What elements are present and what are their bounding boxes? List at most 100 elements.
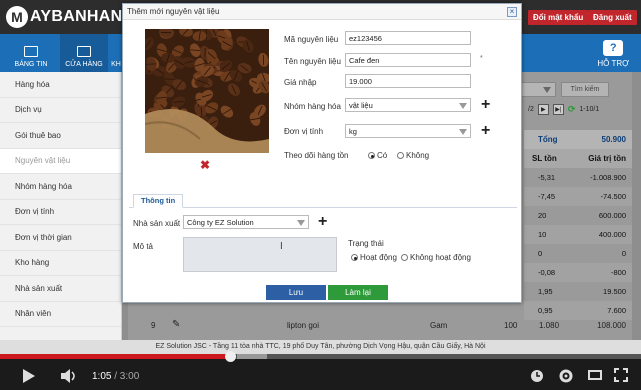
clock-icon[interactable] xyxy=(530,369,544,383)
track-stock-yes[interactable]: Có xyxy=(368,151,387,160)
add-manufacturer-plus-icon[interactable]: + xyxy=(318,214,327,230)
unit-select[interactable]: kg xyxy=(345,124,471,138)
nav-item-label: BÁNG TIN xyxy=(14,61,48,68)
radio-selected-icon xyxy=(351,254,358,261)
add-material-dialog: Thêm mới nguyên vật liệu × ✖ Mã nguyên l… xyxy=(122,3,522,303)
track-yes-label: Có xyxy=(377,151,388,160)
table-row[interactable]: 20 600.000 xyxy=(524,206,632,225)
table-row[interactable]: 00 xyxy=(524,244,632,263)
nav-item-label: KH xyxy=(111,61,121,68)
logout-button[interactable]: Đăng xuất xyxy=(588,10,637,25)
sidebar-item-subscriptions[interactable]: Gói thuê bao xyxy=(0,123,121,149)
summary-value: 50.900 xyxy=(601,135,626,144)
row-stock-value: 19.500 xyxy=(603,287,626,296)
sidebar-item-units[interactable]: Đơn vị tính xyxy=(0,200,121,225)
change-password-button[interactable]: Đổi mật khẩu xyxy=(528,10,589,25)
help-icon: ? xyxy=(603,40,624,56)
volume-icon[interactable] xyxy=(60,369,78,383)
unit-label: Đơn vị tính xyxy=(284,127,324,136)
news-icon xyxy=(24,46,38,57)
settings-icon[interactable] xyxy=(558,368,574,384)
close-icon[interactable]: × xyxy=(507,7,517,17)
nav-item-news[interactable]: BÁNG TIN xyxy=(6,34,56,72)
status-active-option[interactable]: Hoạt động xyxy=(351,253,397,262)
pager-pages: /2 xyxy=(528,106,534,113)
row-stock-value: 0 xyxy=(621,249,626,258)
video-progress-played xyxy=(0,354,232,359)
sidebar-item-product-groups[interactable]: Nhóm hàng hóa xyxy=(0,174,121,200)
search-button[interactable]: Tìm kiếm xyxy=(561,82,609,97)
track-stock-label: Theo dõi hàng tồn xyxy=(284,151,349,160)
reset-button[interactable]: Làm lại xyxy=(328,285,388,300)
play-icon[interactable] xyxy=(22,368,36,384)
nav-item-label: CỬA HÀNG xyxy=(65,61,103,68)
group-select[interactable]: vật liệu xyxy=(345,98,471,112)
sidebar-item-products[interactable]: Hàng hóa xyxy=(0,72,121,98)
sidebar-item-materials[interactable]: Nguyên vật liệu xyxy=(0,148,121,174)
sidebar-item-time-units[interactable]: Đơn vị thời gian xyxy=(0,225,121,251)
sidebar-item-services[interactable]: Dịch vụ xyxy=(0,98,121,123)
sidebar-item-manufacturers[interactable]: Nhà sản xuất xyxy=(0,276,121,302)
video-current-time: 1:05 xyxy=(92,371,112,382)
video-progress-buffered xyxy=(237,354,267,359)
row-unit: Gam xyxy=(430,321,448,330)
code-input[interactable]: ez123456 xyxy=(345,31,471,45)
edit-pencil-icon[interactable]: ✎ xyxy=(172,319,180,330)
pager: /2 ▶ ▶| ⟳ 1-10/1 xyxy=(528,104,599,115)
refresh-icon[interactable]: ⟳ xyxy=(568,104,576,115)
summary-label: Tổng xyxy=(538,135,558,144)
video-progress-track[interactable] xyxy=(0,351,641,362)
price-input[interactable]: 19.000 xyxy=(345,74,471,88)
name-input[interactable]: Cafe đen xyxy=(345,53,471,67)
row-stock-value: 7.600 xyxy=(607,306,626,315)
table-row[interactable]: 1,95 19.500 xyxy=(524,282,632,301)
row-stock: -7,45 xyxy=(538,192,556,201)
chevron-down-icon xyxy=(543,87,551,93)
unit-select-value: kg xyxy=(349,126,357,136)
track-stock-no[interactable]: Không xyxy=(397,151,429,160)
fullscreen-icon[interactable] xyxy=(614,368,628,382)
manufacturer-select[interactable]: Công ty EZ Solution xyxy=(183,215,309,229)
sidebar-item-warehouses[interactable]: Kho hàng xyxy=(0,251,121,276)
table-header: SL tồn Giá trị tồn xyxy=(524,149,632,168)
save-button[interactable]: Lưu xyxy=(266,285,326,300)
summary-row: Tổng 50.900 xyxy=(524,130,632,149)
nav-item-store[interactable]: CỬA HÀNG xyxy=(60,34,108,72)
delete-x-icon[interactable]: ✖ xyxy=(200,158,210,172)
row-stock: 0 xyxy=(538,249,543,258)
table-row[interactable]: 10 400.000 xyxy=(524,225,632,244)
row-stock: 1,95 xyxy=(538,287,553,296)
description-textarea[interactable]: I xyxy=(183,237,337,272)
status-inactive-option[interactable]: Không hoạt động xyxy=(401,253,471,262)
help-menu[interactable]: ? HỖ TRỢ xyxy=(597,40,629,68)
sidebar-item-employees[interactable]: Nhân viên xyxy=(0,302,121,327)
table-row[interactable]: 9 ✎ lipton goi Gam 100 1.080 108.000 xyxy=(128,316,632,335)
next-page-icon[interactable]: ▶ xyxy=(537,104,549,115)
material-photo xyxy=(145,29,269,153)
last-page-icon[interactable]: ▶| xyxy=(552,104,564,115)
group-label: Nhóm hàng hóa xyxy=(284,102,341,111)
video-total-time: / 3:00 xyxy=(114,371,140,382)
tab-info[interactable]: Thông tin xyxy=(133,194,184,208)
app-logo[interactable]: M AYBANHANG xyxy=(6,5,135,29)
row-name: lipton goi xyxy=(287,321,320,330)
add-unit-plus-icon[interactable]: + xyxy=(481,123,490,139)
row-stock: -5,31 xyxy=(538,173,556,182)
text-cursor-icon: I xyxy=(280,241,283,252)
table-row[interactable]: -0,08 -800 xyxy=(524,263,632,282)
theater-mode-icon[interactable] xyxy=(588,370,602,380)
video-scrubber-handle[interactable] xyxy=(225,351,237,362)
name-label: Tên nguyên liệu xyxy=(284,57,341,66)
table-row[interactable]: -5,31 -1.008.900 xyxy=(524,168,632,187)
radio-empty-icon xyxy=(397,152,404,159)
table-row[interactable]: -7,45 -74.500 xyxy=(524,187,632,206)
footer-address: EZ Solution JSC - Tầng 11 tòa nhà TTC, 1… xyxy=(0,340,641,354)
manufacturer-label: Nhà sản xuất xyxy=(133,219,181,228)
dialog-title: Thêm mới nguyên vật liệu xyxy=(123,4,521,20)
column-stock: SL tồn xyxy=(532,154,557,163)
code-label: Mã nguyên liệu xyxy=(284,35,339,44)
track-no-label: Không xyxy=(406,151,430,160)
row-stock-value: 400.000 xyxy=(598,230,626,239)
add-group-plus-icon[interactable]: + xyxy=(481,97,490,113)
help-label: HỖ TRỢ xyxy=(597,59,629,68)
